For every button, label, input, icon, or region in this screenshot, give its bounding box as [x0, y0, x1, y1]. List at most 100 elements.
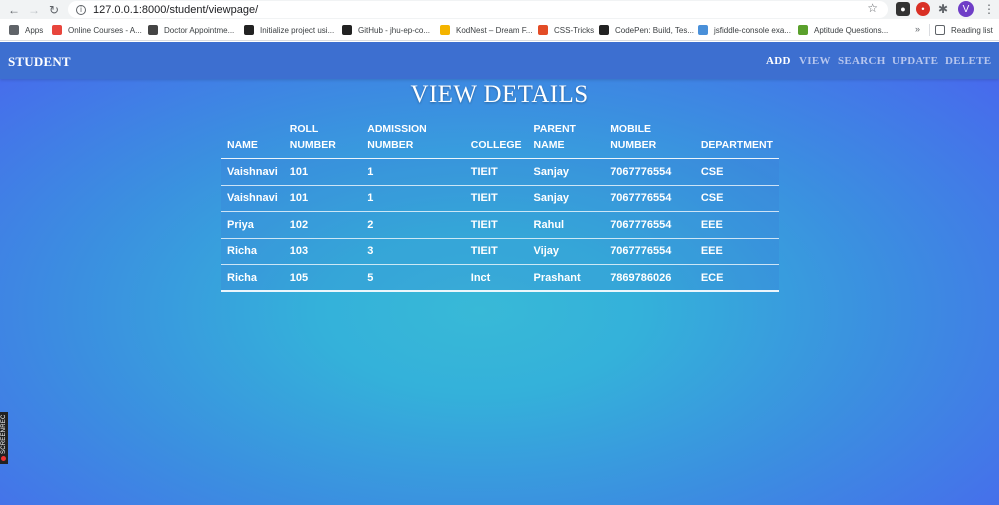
table-cell: 7067776554: [604, 211, 695, 239]
bookmark-codepen[interactable]: CodePen: Build, Tes...: [599, 23, 694, 37]
table-cell: TIEIT: [464, 211, 528, 239]
bookmark-online-courses[interactable]: Online Courses - A...: [52, 23, 142, 37]
table-cell: 103: [283, 238, 362, 265]
table-cell: Richa: [221, 238, 284, 265]
back-arrow-icon[interactable]: ←: [4, 0, 24, 19]
table-cell: 7869786026: [604, 264, 695, 292]
table-cell: 101: [283, 158, 362, 186]
table-cell: TIEIT: [464, 185, 528, 212]
table-cell: CSE: [694, 185, 779, 212]
column-header-line: PARENT: [533, 123, 576, 135]
ublock-extension-icon[interactable]: •: [916, 2, 930, 16]
nav-link-delete[interactable]: DELETE: [945, 55, 991, 67]
bookmark-favicon-icon: [52, 25, 62, 35]
address-bar[interactable]: i 127.0.0.1:8000/student/viewpage/ ☆: [68, 1, 888, 18]
brand-title[interactable]: STUDENT: [8, 54, 71, 70]
table-cell: EEE: [694, 238, 779, 265]
bookmark-kodnest[interactable]: KodNest – Dream F...: [440, 23, 532, 37]
table-cell: TIEIT: [464, 158, 528, 186]
column-header: ROLL NUMBER: [283, 121, 362, 159]
nav-link-add[interactable]: ADD: [766, 55, 791, 67]
screenrec-watermark: SCREENREC: [0, 412, 8, 464]
bookmarks-bar: Apps Online Courses - A... Doctor Appoin…: [0, 19, 999, 41]
table-cell: 101: [283, 185, 362, 212]
puzzle-extensions-icon[interactable]: ✱: [936, 2, 950, 16]
table-cell: 2: [361, 211, 465, 239]
column-header-line: NAME: [227, 139, 258, 151]
page-title: VIEW DETAILS: [410, 81, 589, 108]
table-cell: 5: [361, 264, 465, 292]
table-cell: ECE: [694, 264, 779, 292]
table-cell: Richa: [221, 264, 284, 292]
table-cell: 105: [283, 264, 362, 292]
table-cell: Vaishnavi: [221, 185, 284, 212]
more-bookmarks-chevron[interactable]: »: [915, 24, 920, 34]
bookmark-star-icon[interactable]: ☆: [867, 1, 878, 15]
column-header-line: DEPARTMENT: [700, 139, 773, 151]
bookmark-github[interactable]: GitHub - jhu-ep-co...: [342, 23, 430, 37]
record-dot-icon: [1, 456, 7, 462]
reading-list[interactable]: Reading list: [935, 23, 993, 37]
table-cell: Priya: [221, 211, 284, 239]
table-cell: Vaishnavi: [221, 158, 284, 186]
css-tricks-star-icon: [538, 25, 548, 35]
table-cell: 7067776554: [604, 158, 695, 186]
nav-link-search[interactable]: SEARCH: [838, 55, 886, 67]
column-header: ADMISSION NUMBER: [361, 121, 465, 159]
column-header-line: NUMBER: [367, 139, 414, 151]
menu-kebab-icon[interactable]: ⋮: [983, 2, 995, 16]
bookmark-jsfiddle[interactable]: jsfiddle-console exa...: [698, 23, 791, 37]
page-background: STUDENT ADD VIEW SEARCH UPDATE DELETE VI…: [0, 42, 999, 505]
table-cell: Prashant: [527, 264, 605, 292]
table-cell: Inct: [464, 264, 528, 292]
site-navbar: STUDENT ADD VIEW SEARCH UPDATE DELETE: [0, 42, 999, 79]
github-icon: [244, 25, 254, 35]
column-header-line: NAME: [533, 139, 565, 151]
table-row: Richa 105 5 Inct Prashant 7869786026 ECE: [221, 264, 779, 292]
table-row: Vaishnavi 101 1 TIEIT Sanjay 7067776554 CSE: [221, 158, 779, 186]
column-header: NAME: [221, 121, 284, 159]
reload-icon[interactable]: ↻: [44, 0, 64, 19]
table-cell: CSE: [694, 158, 779, 186]
profile-avatar[interactable]: V: [958, 1, 974, 17]
nav-link-view[interactable]: VIEW: [799, 55, 831, 67]
table-cell: Rahul: [527, 211, 605, 239]
table-row: Priya 102 2 TIEIT Rahul 7067776554 EEE: [221, 211, 779, 239]
table-row: Richa 103 3 TIEIT Vijay 7067776554 EEE: [221, 238, 779, 265]
nav-link-update[interactable]: UPDATE: [892, 55, 938, 67]
bookmark-apps[interactable]: Apps: [9, 23, 43, 37]
bookmark-css-tricks[interactable]: CSS-Tricks: [538, 23, 594, 37]
table-cell: 1: [361, 158, 465, 186]
column-header-line: ADMISSION: [367, 123, 427, 135]
forward-arrow-icon[interactable]: →: [24, 0, 44, 19]
url-text: 127.0.0.1:8000/student/viewpage/: [93, 3, 259, 16]
bookmark-aptitude[interactable]: Aptitude Questions...: [798, 23, 888, 37]
column-header: PARENT NAME: [527, 121, 605, 159]
table-cell: TIEIT: [464, 238, 528, 265]
table-cell: 7067776554: [604, 185, 695, 212]
site-info-icon[interactable]: i: [76, 4, 86, 15]
apps-grid-icon: [9, 25, 19, 35]
table-cell: 1: [361, 185, 465, 212]
table-cell: Sanjay: [527, 185, 605, 212]
bookmark-doctor-appointment[interactable]: Doctor Appointme...: [148, 23, 234, 37]
column-header-line: NUMBER: [610, 139, 657, 151]
column-header-line: COLLEGE: [470, 139, 522, 151]
table-cell: Sanjay: [527, 158, 605, 186]
bookmark-initialize-project[interactable]: Initialize project usi...: [244, 23, 334, 37]
table-cell: 3: [361, 238, 465, 265]
bookmark-favicon-icon: [440, 25, 450, 35]
column-header-line: NUMBER: [289, 139, 336, 151]
jsfiddle-cloud-icon: [698, 25, 708, 35]
table-cell: 102: [283, 211, 362, 239]
column-header-line: ROLL: [289, 123, 319, 135]
bookmarks-divider: [929, 24, 930, 36]
bookmark-favicon-icon: [798, 25, 808, 35]
browser-toolbar: ← → ↻ i 127.0.0.1:8000/student/viewpage/…: [0, 0, 999, 19]
column-header-line: MOBILE: [610, 123, 652, 135]
table-cell: EEE: [694, 211, 779, 239]
table-cell: Vijay: [527, 238, 605, 265]
codepen-icon: [599, 25, 609, 35]
bookmark-favicon-icon: [148, 25, 158, 35]
incognito-extension-icon[interactable]: ●: [896, 2, 910, 16]
